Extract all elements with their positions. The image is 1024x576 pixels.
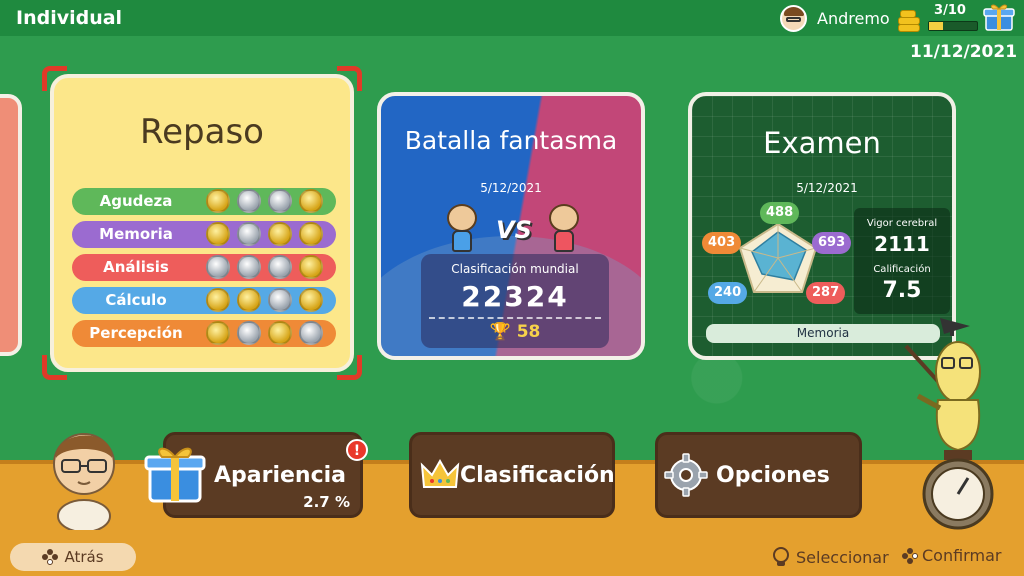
examen-title: Examen bbox=[763, 126, 881, 160]
trophy-icon: 🏆 bbox=[489, 322, 511, 342]
apariencia-progress: 2.7 % bbox=[303, 493, 350, 511]
gift-box-icon bbox=[144, 447, 206, 503]
clasificacion-button[interactable]: Clasificación bbox=[409, 432, 615, 518]
confirm-label: Confirmar bbox=[922, 546, 1002, 565]
calificacion-value: 7.5 bbox=[882, 278, 922, 303]
apariencia-button[interactable]: Apariencia 2.7 % ! bbox=[144, 432, 368, 518]
stat-row: Memoria bbox=[72, 221, 336, 248]
silver-medal-icon bbox=[299, 321, 323, 345]
stat-row: Análisis bbox=[72, 254, 336, 281]
clasificacion-label: Clasificación bbox=[460, 463, 615, 488]
silver-medal-icon bbox=[268, 255, 292, 279]
trophy-value: 58 bbox=[516, 322, 541, 342]
back-button[interactable]: Atrás bbox=[10, 543, 136, 571]
gold-medal-icon bbox=[299, 189, 323, 213]
selection-corner bbox=[42, 66, 67, 91]
gold-medal-icon bbox=[206, 222, 230, 246]
gold-medal-icon bbox=[299, 288, 323, 312]
touch-icon bbox=[773, 547, 789, 566]
alert-badge: ! bbox=[346, 439, 368, 461]
ranking-label: Clasificación mundial bbox=[451, 262, 579, 276]
coin-stack-icon bbox=[898, 2, 920, 34]
silver-medal-icon bbox=[237, 189, 261, 213]
score-analisis: 287 bbox=[806, 282, 846, 304]
score-panel: Vigor cerebral 2111 Calificación 7.5 bbox=[854, 208, 950, 314]
batalla-fantasma-card[interactable]: Batalla fantasma 5/12/2021 VS Clasificac… bbox=[377, 92, 645, 360]
gold-medal-icon bbox=[206, 321, 230, 345]
stat-row: Cálculo bbox=[72, 287, 336, 314]
gift-progress-bar bbox=[928, 21, 978, 31]
apariencia-label: Apariencia bbox=[214, 463, 347, 488]
vigor-label: Vigor cerebral bbox=[866, 218, 938, 229]
silver-medal-icon bbox=[237, 255, 261, 279]
button-pad-icon bbox=[902, 547, 918, 564]
gold-medal-icon bbox=[299, 222, 323, 246]
gold-medal-icon bbox=[299, 255, 323, 279]
score-memoria: 693 bbox=[812, 232, 852, 254]
vigor-value: 2111 bbox=[874, 232, 930, 256]
selection-corner bbox=[337, 66, 362, 91]
user-profile: Andremo bbox=[780, 4, 890, 32]
batalla-title: Batalla fantasma bbox=[404, 126, 618, 155]
previous-card[interactable] bbox=[0, 94, 22, 356]
ranking-value: 22324 bbox=[461, 280, 569, 313]
stat-label: Análisis bbox=[103, 258, 169, 276]
stat-label: Memoria bbox=[99, 225, 173, 243]
top-bar: Individual Andremo 3/10 bbox=[0, 0, 1024, 36]
gift-progress: 3/10 bbox=[922, 3, 978, 31]
radar-chart: 488 693 287 240 403 bbox=[702, 202, 854, 312]
username: Andremo bbox=[817, 8, 890, 28]
silver-medal-icon bbox=[206, 255, 230, 279]
button-pad-icon bbox=[42, 549, 59, 565]
gift-box-icon bbox=[983, 4, 1015, 31]
professor-character-icon bbox=[904, 318, 994, 530]
gold-medal-icon bbox=[237, 288, 261, 312]
ranking-box: Clasificación mundial 22324 🏆 58 bbox=[421, 254, 609, 348]
trophy-count: 🏆 58 bbox=[421, 322, 609, 342]
stat-row: Percepción bbox=[72, 320, 336, 347]
gold-medal-icon bbox=[268, 222, 292, 246]
select-label: Seleccionar bbox=[796, 547, 889, 567]
gift-progress-text: 3/10 bbox=[934, 3, 966, 18]
opciones-button[interactable]: Opciones bbox=[655, 432, 862, 518]
score-percepcion: 403 bbox=[702, 232, 742, 254]
mode-title: Individual bbox=[16, 7, 123, 29]
vs-label: VS bbox=[496, 216, 532, 244]
silver-medal-icon bbox=[237, 222, 261, 246]
silver-medal-icon bbox=[237, 321, 261, 345]
stat-label: Percepción bbox=[89, 324, 183, 342]
repaso-title: Repaso bbox=[140, 112, 264, 152]
back-label: Atrás bbox=[64, 548, 104, 566]
stat-row: Agudeza bbox=[72, 188, 336, 215]
player-red-icon bbox=[549, 204, 579, 254]
repaso-card[interactable]: Repaso Agudeza Memoria Análisis Cálculo Perc… bbox=[42, 66, 362, 380]
select-hint: Seleccionar bbox=[770, 546, 889, 568]
score-agudeza: 488 bbox=[760, 202, 800, 224]
crown-icon bbox=[420, 458, 460, 488]
stat-label: Agudeza bbox=[99, 192, 173, 210]
batalla-date: 5/12/2021 bbox=[480, 181, 542, 195]
confirm-hint: Confirmar bbox=[902, 546, 1001, 565]
gear-icon bbox=[664, 453, 708, 497]
gold-medal-icon bbox=[206, 189, 230, 213]
opciones-label: Opciones bbox=[716, 463, 830, 488]
selection-corner bbox=[337, 355, 362, 380]
silver-medal-icon bbox=[268, 189, 292, 213]
stat-label: Cálculo bbox=[105, 291, 167, 309]
selection-corner bbox=[42, 355, 67, 380]
calificacion-label: Calificación bbox=[873, 264, 931, 275]
examen-date: 5/12/2021 bbox=[796, 181, 858, 195]
gold-medal-icon bbox=[268, 321, 292, 345]
score-calculo: 240 bbox=[708, 282, 748, 304]
player-blue-icon bbox=[447, 204, 477, 254]
player-character-icon bbox=[53, 433, 115, 530]
user-avatar-icon bbox=[780, 4, 807, 32]
current-date: 11/12/2021 bbox=[910, 42, 1018, 62]
gold-medal-icon bbox=[206, 288, 230, 312]
silver-medal-icon bbox=[268, 288, 292, 312]
